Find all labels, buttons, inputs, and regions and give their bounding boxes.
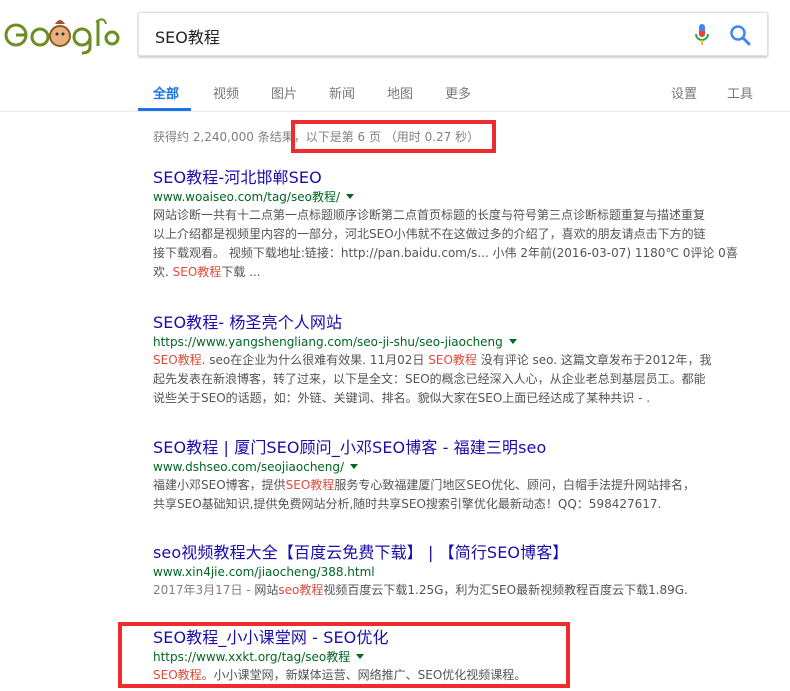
result-url: www.dshseo.com/seojiaocheng/	[153, 458, 768, 476]
snippet-line: 说些关于SEO的话题，如：外链、关键词、排名。貌似大家在SEO上面已经达成了某种…	[153, 391, 651, 405]
search-result: seo视频教程大全【百度云免费下载】 | 【简行SEO博客】 www.xin4j…	[153, 543, 768, 600]
result-title-link[interactable]: SEO教程- 杨圣亮个人网站	[153, 313, 768, 333]
snippet-text: 视频百度云下载1.25G，利为汇SEO最新视频教程百度云下载1.89G.	[323, 583, 688, 597]
annotation-box-stats	[291, 120, 496, 153]
tab-images[interactable]: 图片	[271, 83, 297, 102]
snippet-line: 2017年3月17日 - 网站seo教程视频百度云下载1.25G，利为汇SEO最…	[153, 581, 768, 600]
snippet-text: 网站	[254, 583, 279, 597]
snippet-text: 福建小邓SEO博客，提供	[153, 478, 286, 492]
result-url: www.xin4jie.com/jiaocheng/388.html	[153, 563, 768, 581]
result-title-link[interactable]: seo视频教程大全【百度云免费下载】 | 【简行SEO博客】	[153, 543, 768, 563]
tab-all[interactable]: 全部	[153, 83, 179, 102]
google-doodle-logo[interactable]	[2, 10, 120, 60]
snippet-line: 网站诊断一共有十二点第一点标题顺序诊断第二点首页标题的长度与符号第三点诊断标题重…	[153, 208, 706, 222]
search-query-text: SEO教程	[155, 28, 220, 47]
result-date: 2017年3月17日 -	[153, 583, 255, 597]
result-url: www.woaiseo.com/tag/seo教程/	[153, 188, 768, 206]
divider	[0, 111, 790, 112]
chevron-down-icon[interactable]	[350, 464, 359, 469]
chevron-down-icon[interactable]	[508, 339, 517, 344]
result-count: 获得约 2,240,000 条结果，	[153, 130, 306, 144]
search-icon[interactable]	[729, 24, 751, 46]
snippet-text: 没有评论 seo. 这篇文章发布于2012年，我	[476, 353, 712, 367]
tab-settings[interactable]: 设置	[671, 83, 697, 102]
result-title-link[interactable]: SEO教程 | 厦门SEO顾问_小邓SEO博客 - 福建三明seo	[153, 438, 768, 458]
snippet-line: 欢. SEO教程下载 ...	[153, 263, 768, 282]
snippet-text: . seo在企业为什么很难有效果. 11月02日	[201, 353, 429, 367]
result-snippet: 网站诊断一共有十二点第一点标题顺序诊断第二点首页标题的长度与符号第三点诊断标题重…	[153, 206, 768, 282]
snippet-line: SEO教程. seo在企业为什么很难有效果. 11月02日 SEO教程 没有评论…	[153, 351, 768, 370]
snippet-highlight: SEO教程	[172, 265, 222, 279]
result-snippet: SEO教程. seo在企业为什么很难有效果. 11月02日 SEO教程 没有评论…	[153, 351, 768, 408]
snippet-highlight: SEO教程	[428, 353, 477, 367]
search-tabs: 全部 视频 图片 新闻 地图 更多 设置 工具	[0, 78, 790, 112]
tab-news[interactable]: 新闻	[329, 83, 355, 102]
annotation-box-result	[118, 622, 570, 688]
result-url: https://www.yangshengliang.com/seo-ji-sh…	[153, 333, 768, 351]
result-snippet: 福建小邓SEO博客，提供SEO教程服务专心致福建厦门地区SEO优化、顾问，白帽手…	[153, 476, 768, 514]
tab-tools[interactable]: 工具	[727, 83, 753, 102]
search-input[interactable]: SEO教程	[138, 12, 768, 56]
snippet-line: 接下载观看。 视频下载地址:链接：http://pan.baidu.com/s.…	[153, 246, 738, 260]
snippet-highlight: seo教程	[278, 583, 324, 597]
result-snippet: 2017年3月17日 - 网站seo教程视频百度云下载1.25G，利为汇SEO最…	[153, 581, 768, 600]
tab-maps[interactable]: 地图	[387, 83, 413, 102]
result-url-text: https://www.yangshengliang.com/seo-ji-sh…	[153, 335, 503, 349]
result-title-link[interactable]: SEO教程-河北邯郸SEO	[153, 168, 768, 188]
tab-more[interactable]: 更多	[445, 83, 471, 102]
tab-videos[interactable]: 视频	[213, 83, 239, 102]
microphone-icon[interactable]	[693, 23, 711, 47]
search-result: SEO教程-河北邯郸SEO www.woaiseo.com/tag/seo教程/…	[153, 168, 768, 282]
snippet-line: 共享SEO基础知识,提供免费网站分析,随时共享SEO搜索引擎优化最新动态！QQ：…	[153, 497, 662, 511]
chevron-down-icon[interactable]	[346, 194, 354, 199]
snippet-highlight: SEO教程	[285, 478, 335, 492]
result-url-text: www.xin4jie.com/jiaocheng/388.html	[153, 565, 375, 579]
snippet-highlight: SEO教程	[153, 353, 202, 367]
snippet-text: 下载 ...	[221, 265, 261, 279]
snippet-text: 欢.	[153, 265, 173, 279]
result-url-text: www.woaiseo.com/tag/seo教程/	[153, 190, 340, 204]
snippet-line: 起先发表在新浪博客，转了过来，以下是全文：SEO的概念已经深入人心，从企业老总到…	[153, 372, 706, 386]
snippet-line: 福建小邓SEO博客，提供SEO教程服务专心致福建厦门地区SEO优化、顾问，白帽手…	[153, 476, 768, 495]
search-result: SEO教程- 杨圣亮个人网站 https://www.yangshenglian…	[153, 313, 768, 408]
snippet-text: 服务专心致福建厦门地区SEO优化、顾问，白帽手法提升网站排名，	[334, 478, 695, 492]
snippet-line: 以上介绍都是视频里内容的一部分，河北SEO小伟就不在这做过多的介绍了，喜欢的朋友…	[153, 227, 706, 241]
search-result: SEO教程 | 厦门SEO顾问_小邓SEO博客 - 福建三明seo www.ds…	[153, 438, 768, 514]
result-url-text: www.dshseo.com/seojiaocheng/	[153, 460, 345, 474]
